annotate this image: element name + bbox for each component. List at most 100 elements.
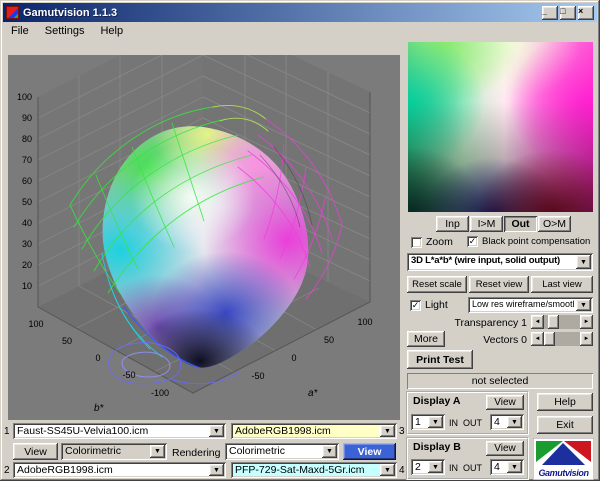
- slot4-index: 4: [399, 465, 405, 476]
- dropdown-arrow-icon[interactable]: ▼: [428, 461, 443, 473]
- gamut-3d-plot[interactable]: 100 90 80 70 60 50 40 30 20 10 100 50 0 …: [8, 13, 400, 420]
- transparency-slider-track[interactable]: [544, 315, 580, 329]
- lab-slice-preview[interactable]: [408, 42, 593, 212]
- menubar: File Settings Help: [3, 22, 597, 41]
- out-button[interactable]: Out: [504, 216, 537, 232]
- print-test-button[interactable]: Print Test: [407, 350, 473, 369]
- slider-left-arrow-icon[interactable]: ◄: [531, 332, 544, 346]
- minimize-button[interactable]: _: [542, 5, 558, 20]
- reset-view-button[interactable]: Reset view: [469, 276, 529, 293]
- second-input-profile-value: AdobeRGB1998.icm: [17, 464, 113, 476]
- wireframe-quality-value: Low res wireframe/smooth: [472, 299, 574, 309]
- close-button[interactable]: ×: [578, 5, 594, 20]
- light-checkbox[interactable]: ✓ Light: [410, 299, 448, 311]
- slider-right-arrow-icon[interactable]: ►: [580, 332, 593, 346]
- menu-file[interactable]: File: [3, 23, 37, 40]
- display-b-left-select[interactable]: 2 ▼: [411, 459, 445, 475]
- output-profile-select[interactable]: AdobeRGB1998.icm ▼: [231, 423, 397, 439]
- dropdown-arrow-icon[interactable]: ▼: [507, 416, 522, 428]
- rendering-intent-left-value: Colorimetric: [65, 445, 122, 457]
- dropdown-arrow-icon[interactable]: ▼: [209, 464, 224, 476]
- zoom-checkbox[interactable]: Zoom: [411, 236, 453, 248]
- bpc-checkbox-box[interactable]: ✓: [467, 236, 478, 247]
- axis-tick: 50: [22, 197, 32, 207]
- slot1-index: 1: [4, 426, 10, 437]
- display-a-inout-label: IN OUT: [449, 418, 482, 428]
- second-output-profile-select[interactable]: PFP-729-Sat-Maxd-5Gr.icm ▼: [231, 462, 397, 478]
- window-title: Gamutvision 1.1.3: [23, 6, 118, 19]
- vectors-slider-thumb[interactable]: [544, 332, 555, 346]
- status-text: not selected: [471, 375, 529, 387]
- dropdown-arrow-icon[interactable]: ▼: [322, 445, 337, 458]
- slider-left-arrow-icon[interactable]: ◄: [531, 315, 544, 329]
- dropdown-arrow-icon[interactable]: ▼: [380, 464, 395, 476]
- close-icon: ×: [578, 5, 584, 16]
- display-a-title: Display A: [413, 395, 461, 407]
- axis-tick: 100: [357, 317, 372, 327]
- axis-tick: 40: [22, 218, 32, 228]
- dropdown-arrow-icon[interactable]: ▼: [209, 425, 224, 437]
- bpc-label: Black point compensation: [482, 236, 591, 247]
- display-b-group: Display B View 2 ▼ IN OUT 4 ▼: [406, 437, 529, 480]
- display-a-right-value: 4: [494, 416, 500, 428]
- minimize-icon: _: [542, 5, 548, 16]
- transparency-slider-thumb[interactable]: [548, 315, 559, 329]
- maximize-button[interactable]: □: [560, 5, 576, 20]
- display-b-right-value: 4: [494, 461, 500, 473]
- help-button[interactable]: Help: [537, 393, 593, 411]
- axis-tick: 100: [28, 319, 43, 329]
- display-b-right-select[interactable]: 4 ▼: [490, 459, 524, 475]
- vectors-slider[interactable]: ◄ ►: [531, 332, 593, 346]
- axis-tick: 0: [95, 353, 100, 363]
- inp-button[interactable]: Inp: [436, 216, 469, 232]
- reset-scale-button[interactable]: Reset scale: [407, 276, 467, 293]
- input-to-map-button[interactable]: I>M: [470, 216, 503, 232]
- more-button[interactable]: More: [407, 331, 445, 347]
- menu-help[interactable]: Help: [92, 23, 131, 40]
- second-input-profile-select[interactable]: AdobeRGB1998.icm ▼: [13, 462, 226, 478]
- slot3-index: 3: [399, 426, 405, 437]
- display-a-right-select[interactable]: 4 ▼: [490, 414, 524, 430]
- output-to-map-button[interactable]: O>M: [538, 216, 571, 232]
- dropdown-arrow-icon[interactable]: ▼: [507, 461, 522, 473]
- display-b-title: Display B: [413, 441, 461, 453]
- display-mode-value: 3D L*a*b* (wire input, solid output): [411, 255, 561, 266]
- dropdown-arrow-icon[interactable]: ▼: [150, 445, 165, 458]
- axis-tick: -100: [151, 388, 169, 398]
- transparency-slider[interactable]: ◄ ►: [531, 315, 593, 329]
- vectors-slider-track[interactable]: [544, 332, 580, 346]
- rendering-intent-left-select[interactable]: Colorimetric ▼: [61, 443, 167, 460]
- dropdown-arrow-icon[interactable]: ▼: [428, 416, 443, 428]
- rendering-intent-right-select[interactable]: Colorimetric ▼: [225, 443, 339, 460]
- black-point-compensation-checkbox[interactable]: ✓ Black point compensation: [467, 236, 590, 247]
- a-axis-label: a*: [308, 388, 319, 399]
- view-left-button[interactable]: View: [13, 443, 58, 460]
- display-a-view-button[interactable]: View: [486, 395, 524, 410]
- axis-tick: 90: [22, 113, 32, 123]
- dropdown-arrow-icon[interactable]: ▼: [576, 255, 591, 269]
- light-label: Light: [425, 299, 448, 311]
- zoom-checkbox-box[interactable]: [411, 236, 422, 248]
- dropdown-arrow-icon[interactable]: ▼: [576, 299, 591, 311]
- slider-right-arrow-icon[interactable]: ►: [580, 315, 593, 329]
- gamutvision-logo: Gamutvision: [532, 437, 595, 481]
- menu-settings[interactable]: Settings: [37, 23, 93, 40]
- display-a-left-value: 1: [415, 416, 421, 428]
- exit-button[interactable]: Exit: [537, 416, 593, 434]
- dropdown-arrow-icon[interactable]: ▼: [380, 425, 395, 437]
- light-checkbox-box[interactable]: ✓: [410, 299, 421, 311]
- display-mode-select[interactable]: 3D L*a*b* (wire input, solid output) ▼: [407, 253, 593, 271]
- wireframe-quality-select[interactable]: Low res wireframe/smooth ▼: [468, 297, 593, 313]
- slot2-index: 2: [4, 465, 10, 476]
- last-view-button[interactable]: Last view: [531, 276, 593, 293]
- input-profile-select[interactable]: Faust-SS45U-Velvia100.icm ▼: [13, 423, 226, 439]
- titlebar[interactable]: Gamutvision 1.1.3 _ □ ×: [3, 3, 597, 22]
- display-b-view-button[interactable]: View: [486, 441, 524, 456]
- view-right-button[interactable]: View: [343, 443, 396, 460]
- logo-graphic: Gamutvision: [532, 437, 595, 481]
- transparency-label: Transparency 1: [454, 317, 527, 329]
- display-a-left-select[interactable]: 1 ▼: [411, 414, 445, 430]
- status-box: not selected: [407, 373, 593, 389]
- axis-tick: 70: [22, 155, 32, 165]
- maximize-icon: □: [560, 5, 566, 16]
